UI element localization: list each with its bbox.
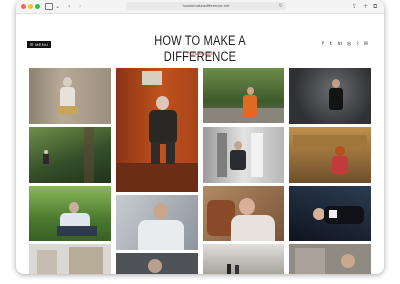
tabs-icon[interactable]: ⧉ [373, 2, 377, 11]
rss-icon[interactable]: ⌇ [355, 41, 361, 48]
gallery-photo[interactable] [203, 186, 284, 241]
gallery-photo[interactable] [203, 127, 284, 183]
reload-icon[interactable]: ↻ [279, 2, 283, 10]
minimize-window-button[interactable] [28, 4, 33, 9]
zoom-window-button[interactable] [35, 4, 40, 9]
gallery-photo[interactable] [116, 68, 198, 192]
url-text: howtomakeadifference.net [182, 3, 230, 8]
chevron-down-icon[interactable]: ⌄ [55, 2, 60, 11]
menu-button[interactable]: ☰ MENU [27, 41, 51, 48]
facebook-icon[interactable]: f [320, 41, 326, 48]
gallery-photo[interactable] [289, 244, 371, 274]
plus-icon[interactable]: + [363, 2, 368, 11]
address-bar[interactable]: howtomakeadifference.net ↻ [126, 2, 286, 10]
gallery-photo[interactable] [29, 68, 111, 124]
site-title[interactable]: HOW TO MAKE A DIFFERENCE [123, 33, 277, 65]
twitter-icon[interactable]: t [328, 41, 334, 48]
gallery-photo[interactable] [29, 127, 111, 183]
browser-window: ⌄ ‹ › howtomakeadifference.net ↻ ⇪ + ⧉ ☰… [16, 0, 384, 274]
gallery-photo[interactable] [29, 186, 111, 241]
browser-toolbar: ⌄ ‹ › howtomakeadifference.net ↻ ⇪ + ⧉ [16, 0, 384, 14]
gallery-photo[interactable] [116, 253, 198, 274]
close-window-button[interactable] [21, 4, 26, 9]
share-icon[interactable]: ⇪ [352, 2, 357, 11]
forward-icon[interactable]: › [79, 2, 81, 11]
gallery-photo[interactable] [289, 127, 371, 183]
gallery-photo[interactable] [289, 186, 371, 241]
gallery-photo[interactable] [203, 244, 284, 274]
gallery-photo[interactable] [116, 195, 198, 250]
gallery-photo[interactable] [289, 68, 371, 124]
gallery-photo[interactable] [203, 68, 284, 123]
email-icon[interactable]: ✉ [363, 41, 369, 48]
linkedin-icon[interactable]: in [336, 41, 344, 48]
sidebar-toggle-icon[interactable] [45, 3, 53, 10]
gallery-photo[interactable] [29, 244, 111, 274]
instagram-icon[interactable]: ◎ [346, 41, 352, 48]
back-icon[interactable]: ‹ [68, 2, 70, 11]
site-tagline[interactable]: FRAN MONKS [156, 52, 244, 57]
